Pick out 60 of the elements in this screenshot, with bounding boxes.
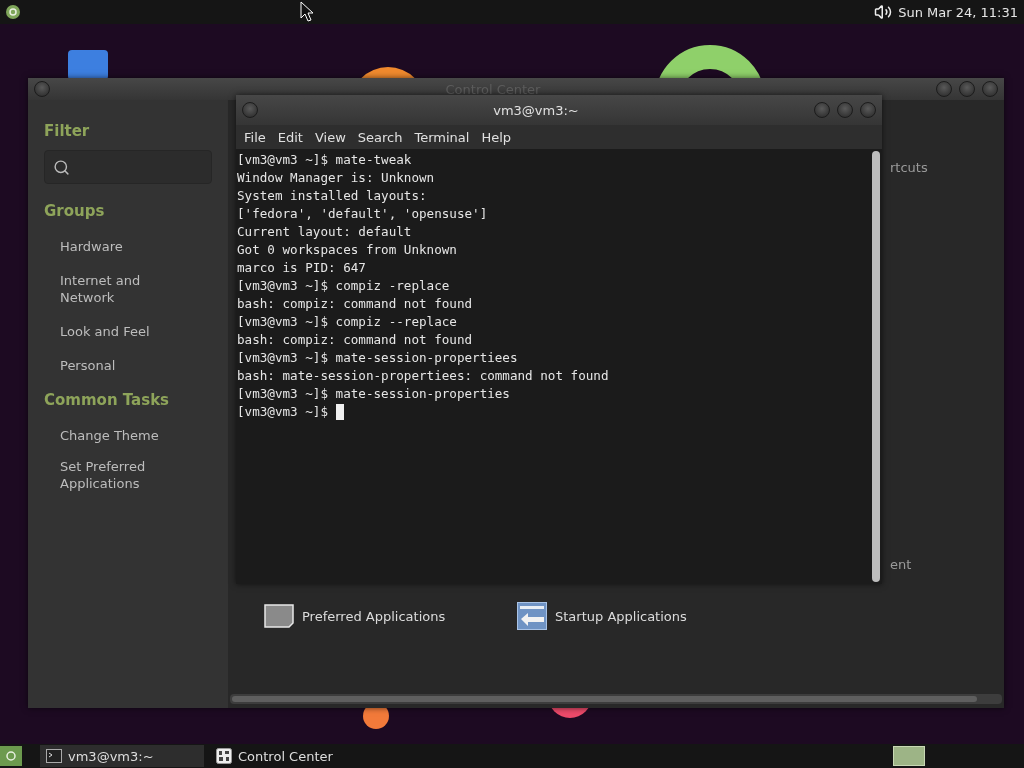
category-label: ent (890, 557, 912, 572)
document-icon (264, 604, 294, 628)
launcher-item[interactable]: Startup Applications (517, 602, 770, 630)
terminal-line: marco is PID: 647 (237, 259, 366, 277)
menu-logo-icon[interactable] (6, 5, 20, 19)
menu-item[interactable]: Edit (271, 129, 309, 145)
group-link[interactable]: Personal (44, 357, 194, 374)
terminal-line: System installed layouts: (237, 187, 427, 205)
group-link[interactable]: Look and Feel (44, 323, 194, 340)
terminal-line: bash: mate-session-propertiees: command not found (237, 367, 609, 385)
taskbar-button[interactable]: vm3@vm3:~ (40, 745, 204, 767)
task-link[interactable]: Set Preferred Applications (44, 458, 194, 492)
minimize-button[interactable] (936, 81, 952, 97)
terminal-line: [vm3@vm3 ~]$ mate-session-propertiees (237, 349, 518, 367)
horizontal-scrollbar[interactable] (230, 694, 1002, 704)
launcher-item[interactable]: Preferred Applications (264, 602, 517, 630)
terminal-line: [vm3@vm3 ~]$ compiz -replace (237, 277, 450, 295)
workspace-switcher[interactable] (893, 746, 925, 766)
groups-heading: Groups (44, 202, 106, 220)
terminal-line: Current layout: default (237, 223, 412, 241)
terminal-line: [vm3@vm3 ~]$ compiz --replace (237, 313, 457, 331)
window-menu-button[interactable] (34, 81, 50, 97)
task-link[interactable]: Change Theme (44, 427, 194, 444)
maximize-button[interactable] (959, 81, 975, 97)
window-title: vm3@vm3:~ (492, 102, 580, 118)
taskbar-button[interactable]: Control Center (210, 745, 374, 767)
clock[interactable]: Sun Mar 24, 11:31 (898, 4, 1018, 20)
close-button[interactable] (860, 102, 876, 118)
terminal-line: Got 0 workspaces from Unknown (237, 241, 457, 259)
group-link[interactable]: Hardware (44, 238, 194, 255)
vertical-scrollbar[interactable] (872, 151, 880, 582)
minimize-button[interactable] (814, 102, 830, 118)
rounded-square-drawing (68, 50, 108, 80)
maximize-button[interactable] (837, 102, 853, 118)
terminal-line: [vm3@vm3 ~]$ (237, 403, 329, 421)
terminal-line: bash: compiz: command not found (237, 331, 473, 349)
category-label: rtcuts (890, 160, 928, 175)
title-bar[interactable]: vm3@vm3:~ (236, 95, 882, 125)
menu-item[interactable]: View (308, 129, 352, 145)
start-button[interactable] (0, 746, 22, 766)
menu-item[interactable]: File (238, 129, 272, 145)
logo-icon (6, 751, 16, 761)
window-menu-button[interactable] (242, 102, 258, 118)
filter-heading: Filter (44, 122, 91, 140)
search-field[interactable] (44, 150, 212, 184)
search-icon (53, 158, 70, 176)
volume-icon[interactable] (874, 3, 893, 21)
control-panel-icon (216, 748, 232, 764)
terminal-icon (46, 749, 62, 763)
terminal-line: [vm3@vm3 ~]$ mate-session-properties (237, 385, 510, 403)
group-link[interactable]: Internet and Network (44, 272, 194, 306)
menu-item[interactable]: Help (475, 129, 518, 145)
terminal-line: Window Manager is: Unknown (237, 169, 435, 187)
terminal-line: ['fedora', 'default', 'opensuse'] (237, 205, 488, 223)
terminal-line: bash: compiz: command not found (237, 295, 473, 313)
close-button[interactable] (982, 81, 998, 97)
menu-item[interactable]: Search (351, 129, 409, 145)
terminal-line: [vm3@vm3 ~]$ mate-tweak (237, 151, 412, 169)
tasks-heading: Common Tasks (44, 391, 171, 409)
menu-item[interactable]: Terminal (408, 129, 476, 145)
